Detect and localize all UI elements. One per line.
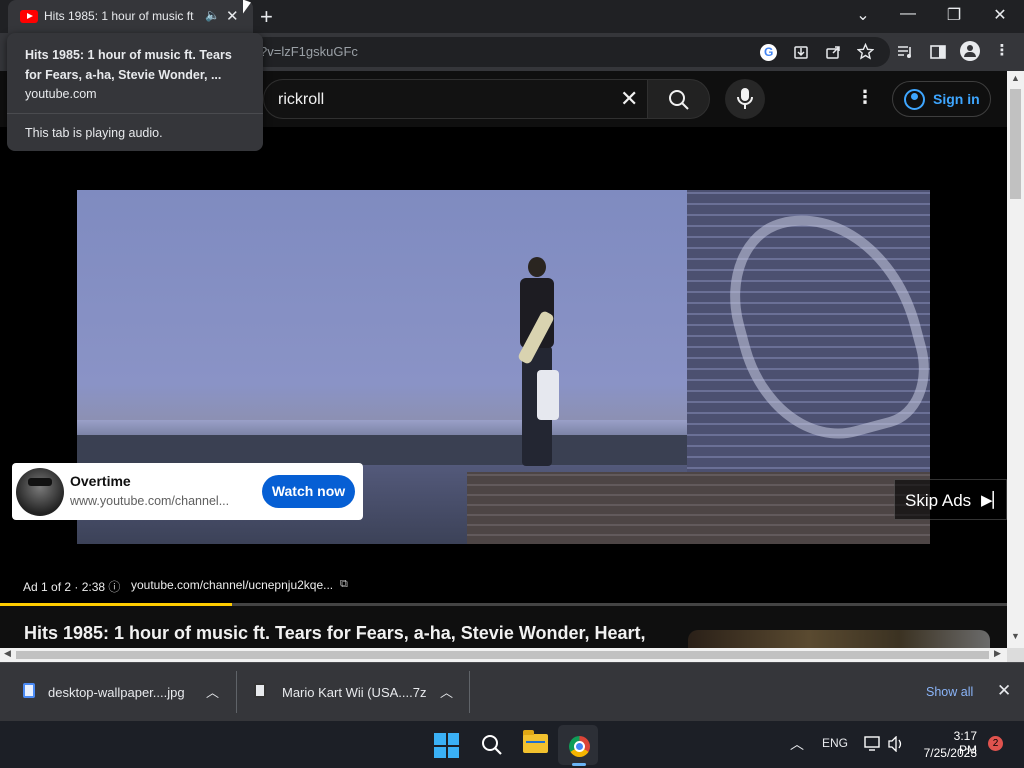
chrome-icon — [569, 736, 590, 757]
ad-info-icon[interactable]: ⓘ — [108, 580, 120, 594]
search-query: rickroll — [278, 91, 325, 108]
media-control-icon[interactable] — [897, 44, 914, 60]
sign-in-button[interactable]: Sign in — [892, 81, 991, 117]
video-player[interactable]: Overtime www.youtube.com/channel... Watc… — [0, 127, 1007, 604]
image-file-icon — [23, 683, 35, 698]
ad-counter-text: Ad 1 of 2 · 2:38 — [23, 580, 106, 594]
ad-overlay-card[interactable]: Overtime www.youtube.com/channel... Watc… — [12, 463, 363, 520]
vertical-scrollbar[interactable]: ▲ ▼ — [1007, 71, 1024, 648]
download-item[interactable]: desktop-wallpaper....jpg ︿ — [0, 663, 236, 722]
close-downloads-icon[interactable]: ✕ — [997, 681, 1011, 701]
video-title: Hits 1985: 1 hour of music ft. Tears for… — [24, 623, 646, 643]
clear-search-icon[interactable]: ✕ — [620, 86, 638, 112]
clock-date[interactable]: 7/25/2023 — [919, 746, 977, 760]
taskbar: ︿ ENG 3:17 PM 7/25/2023 2 — [0, 721, 1024, 768]
ad-url-link[interactable]: youtube.com/channel/ucnepnju2kqe... — [131, 578, 333, 592]
restore-button[interactable]: ❐ — [939, 5, 969, 25]
related-video-thumbnail[interactable] — [688, 630, 990, 648]
sign-in-label: Sign in — [933, 91, 980, 107]
mouse-cursor-icon — [243, 0, 251, 17]
chevron-up-icon[interactable]: ︿ — [206, 682, 219, 701]
scroll-left-icon[interactable]: ◀ — [4, 648, 11, 659]
download-filename: desktop-wallpaper....jpg — [48, 685, 185, 700]
ad-counter: Ad 1 of 2 · 2:38 ⓘ — [23, 578, 120, 595]
install-app-icon[interactable] — [793, 44, 809, 60]
ad-progress-fill — [0, 603, 232, 606]
external-link-icon[interactable]: ⧉ — [340, 578, 348, 591]
voice-search-button[interactable] — [725, 79, 765, 119]
profile-avatar[interactable] — [960, 41, 980, 61]
file-explorer-icon[interactable] — [523, 730, 548, 753]
share-icon[interactable] — [825, 44, 841, 60]
tab-strip: Hits 1985: 1 hour of music ft 🔈 ✕ + ⌄ — … — [0, 0, 1024, 33]
ad-title: Overtime — [70, 473, 131, 489]
skip-ads-label: Skip Ads — [905, 491, 972, 510]
speaker-icon[interactable]: 🔈 — [205, 8, 220, 22]
skip-next-icon: ▶▏ — [981, 492, 1005, 509]
language-indicator[interactable]: ENG — [822, 736, 848, 750]
tab-hover-card: Hits 1985: 1 hour of music ft. Tears for… — [7, 33, 263, 151]
brick-ledge — [467, 472, 930, 544]
scroll-down-icon[interactable]: ▼ — [1011, 631, 1020, 641]
notification-badge[interactable]: 2 — [988, 736, 1003, 751]
show-all-downloads-button[interactable]: Show all — [926, 685, 973, 699]
address-bar[interactable]: ?v=lzF1gskuGFc G — [250, 37, 890, 67]
watch-now-button[interactable]: Watch now — [262, 475, 355, 508]
windows-start-icon[interactable] — [434, 733, 459, 758]
archive-file-icon — [254, 683, 266, 698]
tab-search-icon[interactable]: ⌄ — [848, 5, 878, 25]
search-icon — [669, 90, 689, 110]
download-item[interactable]: Mario Kart Wii (USA....7z ︿ — [237, 663, 469, 722]
download-filename: Mario Kart Wii (USA....7z — [282, 685, 427, 700]
youtube-page: rickroll ✕ ⋮ Sign in Overtime www.youtub… — [0, 71, 1007, 648]
vertical-scroll-thumb[interactable] — [1010, 89, 1021, 199]
search-icon[interactable] — [480, 733, 504, 757]
chrome-taskbar-button[interactable] — [558, 725, 598, 765]
search-button[interactable] — [647, 79, 710, 119]
scroll-up-icon[interactable]: ▲ — [1011, 73, 1020, 83]
settings-more-icon[interactable]: ⋮ — [856, 87, 874, 108]
minimize-button[interactable]: — — [893, 5, 923, 23]
account-circle-icon — [904, 89, 925, 110]
hover-card-audio-status: This tab is playing audio. — [25, 126, 163, 140]
new-tab-button[interactable]: + — [260, 4, 273, 30]
search-input[interactable]: rickroll ✕ — [263, 79, 647, 119]
scroll-right-icon[interactable]: ▶ — [994, 648, 1001, 659]
google-lens-icon[interactable]: G — [760, 44, 777, 61]
side-panel-icon[interactable] — [930, 44, 946, 60]
advertiser-avatar — [16, 468, 64, 516]
tab-close-icon[interactable]: ✕ — [226, 7, 239, 25]
window-close-button[interactable]: ✕ — [985, 5, 1015, 25]
horizontal-scroll-thumb[interactable] — [16, 651, 989, 659]
tab-title: Hits 1985: 1 hour of music ft — [44, 9, 194, 23]
volume-icon[interactable] — [887, 736, 905, 752]
skip-ads-button[interactable]: Skip Ads ▶▏ — [894, 479, 1007, 520]
tab-youtube[interactable]: Hits 1985: 1 hour of music ft 🔈 ✕ — [8, 0, 253, 33]
address-url: ?v=lzF1gskuGFc — [260, 44, 358, 59]
show-hidden-icons-chevron-icon[interactable]: ︿ — [790, 734, 804, 754]
downloads-bar: desktop-wallpaper....jpg ︿ Mario Kart Wi… — [0, 662, 1024, 721]
chrome-menu-icon[interactable]: ⋮ — [992, 41, 1012, 59]
network-icon[interactable] — [864, 736, 881, 752]
hover-card-domain: youtube.com — [25, 87, 97, 101]
hover-card-title: Hits 1985: 1 hour of music ft. Tears for… — [25, 48, 232, 82]
microphone-icon — [737, 88, 753, 109]
bookmark-star-icon[interactable] — [857, 43, 874, 60]
chevron-up-icon[interactable]: ︿ — [440, 682, 453, 701]
ad-subtitle: www.youtube.com/channel... — [70, 494, 230, 508]
horizontal-scrollbar[interactable]: ◀ ▶ — [0, 648, 1007, 662]
youtube-favicon-icon — [20, 10, 38, 23]
